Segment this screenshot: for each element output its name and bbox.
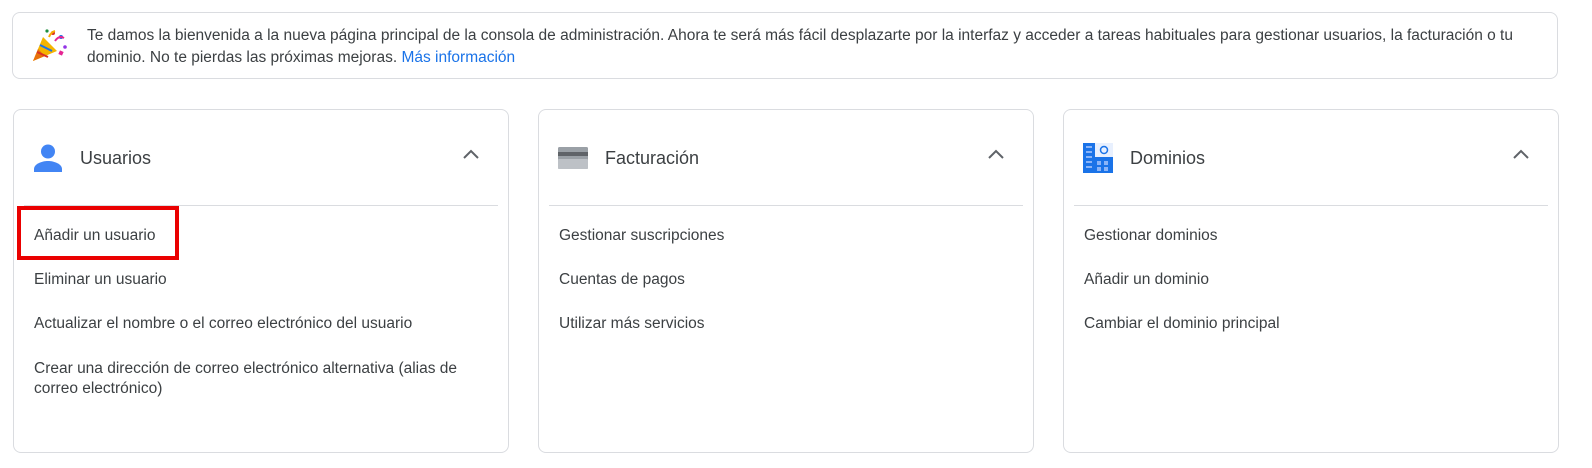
billing-card: Facturación Gestionar suscripciones Cuen… xyxy=(538,109,1034,453)
more-info-link[interactable]: Más información xyxy=(401,49,515,66)
domains-icon xyxy=(1082,142,1114,174)
chevron-up-icon[interactable] xyxy=(460,144,482,166)
domains-card-title: Dominios xyxy=(1130,148,1206,168)
highlight-box xyxy=(17,206,179,260)
welcome-banner: Te damos la bienvenida a la nueva página… xyxy=(12,12,1558,79)
payment-accounts-link[interactable]: Cuentas de pagos xyxy=(559,270,1019,290)
welcome-message: Te damos la bienvenida a la nueva página… xyxy=(87,25,1517,69)
users-card: Usuarios Añadir un usuario Eliminar un u… xyxy=(13,109,509,453)
domains-card: Dominios Gestionar dominios Añadir un do… xyxy=(1063,109,1559,453)
more-services-link[interactable]: Utilizar más servicios xyxy=(559,314,1019,334)
billing-card-header[interactable]: Facturación xyxy=(539,110,1033,206)
change-primary-domain-link[interactable]: Cambiar el dominio principal xyxy=(1084,314,1544,334)
create-alias-link[interactable]: Crear una dirección de correo electrónic… xyxy=(34,359,494,399)
chevron-up-icon[interactable] xyxy=(985,144,1007,166)
chevron-up-icon[interactable] xyxy=(1510,144,1532,166)
add-domain-link[interactable]: Añadir un dominio xyxy=(1084,270,1544,290)
divider xyxy=(1074,205,1548,206)
welcome-text: Te damos la bienvenida a la nueva página… xyxy=(87,27,1513,66)
manage-domains-link[interactable]: Gestionar dominios xyxy=(1084,226,1544,246)
users-card-title: Usuarios xyxy=(80,148,152,168)
party-popper-icon xyxy=(29,27,69,63)
domains-card-header[interactable]: Dominios xyxy=(1064,110,1558,206)
person-icon xyxy=(32,142,64,174)
divider xyxy=(549,205,1023,206)
update-user-link[interactable]: Actualizar el nombre o el correo electró… xyxy=(34,314,494,334)
users-card-header[interactable]: Usuarios xyxy=(14,110,508,206)
manage-subscriptions-link[interactable]: Gestionar suscripciones xyxy=(559,226,1019,246)
delete-user-link[interactable]: Eliminar un usuario xyxy=(34,270,494,290)
billing-card-title: Facturación xyxy=(605,148,700,168)
credit-card-icon xyxy=(557,142,589,174)
